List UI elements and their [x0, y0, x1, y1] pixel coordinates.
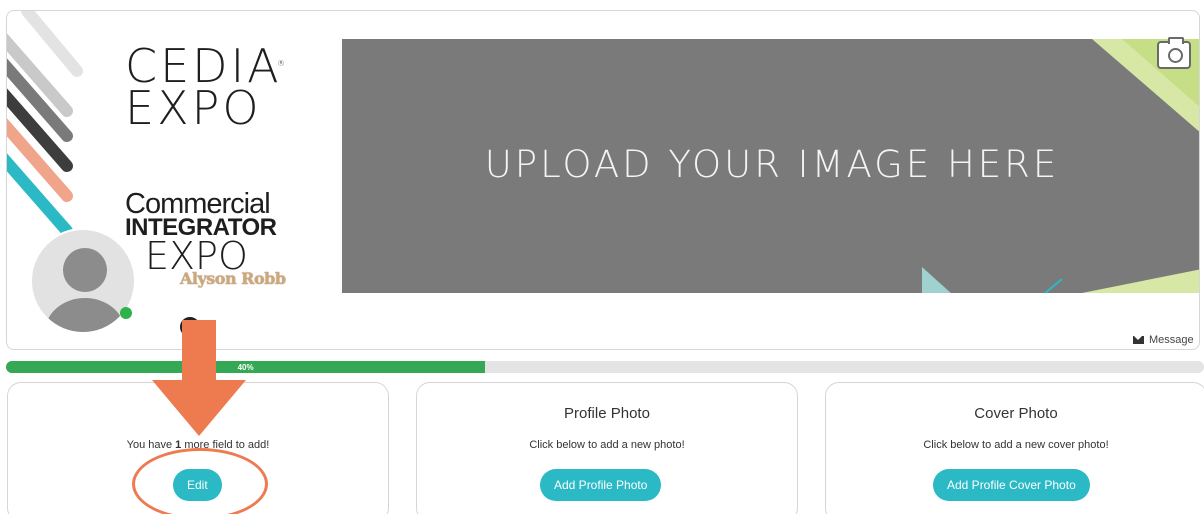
- logo-reg-mark: ®: [277, 59, 285, 68]
- card-desc: Click below to add a new cover photo!: [923, 439, 1109, 451]
- upload-prompt: UPLOAD YOUR IMAGE HERE: [484, 143, 1060, 186]
- online-status-dot: [120, 307, 132, 319]
- message-label: Message: [1149, 334, 1194, 346]
- logo-ci-line3: EXPO: [145, 234, 248, 278]
- card-title: Profile Photo: [564, 405, 650, 422]
- logo-expo-text: EXPO: [125, 81, 262, 135]
- card-title: Cover Photo: [974, 405, 1058, 422]
- cover-upload-area[interactable]: UPLOAD YOUR IMAGE HERE: [342, 39, 1199, 293]
- cover-photo-card: Cover Photo Click below to add a new cov…: [825, 382, 1204, 514]
- default-avatar-icon: [45, 248, 125, 332]
- profile-name: Alyson Robb: [180, 269, 286, 288]
- avatar[interactable]: [30, 228, 136, 334]
- commercial-integrator-logo: Commercial INTEGRATOR EXPO: [125, 190, 277, 278]
- add-cover-photo-button[interactable]: Add Profile Cover Photo: [933, 469, 1090, 501]
- annotation-ellipse: [132, 448, 268, 514]
- camera-icon[interactable]: [1157, 37, 1191, 69]
- cedia-expo-logo: CEDIA ® EXPO: [125, 43, 285, 135]
- add-profile-photo-button[interactable]: Add Profile Photo: [540, 469, 662, 501]
- card-desc: Click below to add a new photo!: [529, 439, 685, 451]
- annotation-arrow-icon: [152, 320, 246, 436]
- message-link[interactable]: Message: [1133, 334, 1194, 346]
- envelope-icon: [1133, 336, 1144, 344]
- profile-photo-card: Profile Photo Click below to add a new p…: [416, 382, 798, 514]
- cover-card: CEDIA ® EXPO Commercial INTEGRATOR EXPO …: [6, 10, 1200, 350]
